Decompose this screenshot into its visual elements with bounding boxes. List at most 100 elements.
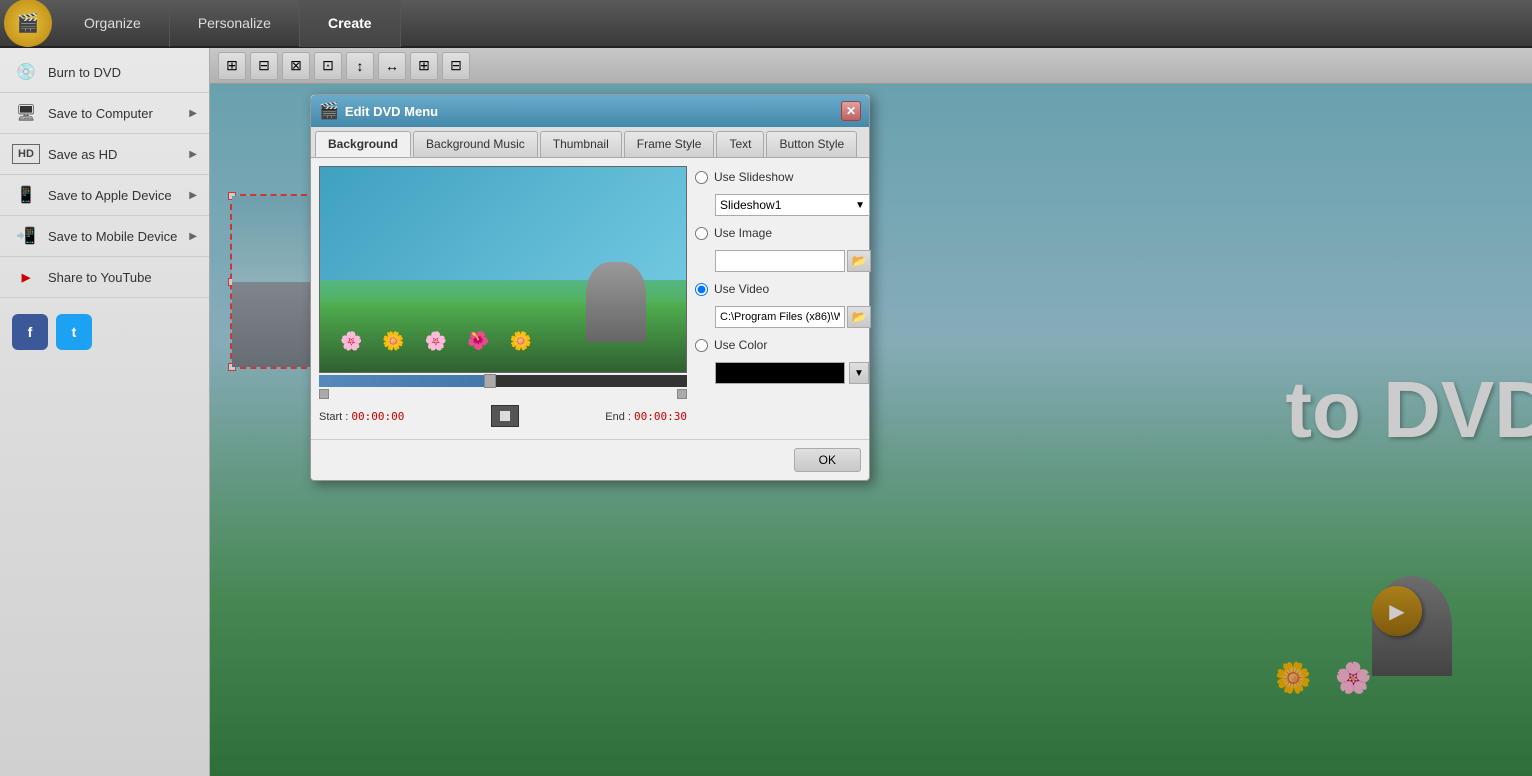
color-dropdown-arrow[interactable]: ▼ <box>849 362 869 384</box>
content-area: ⊞ ⊟ ⊠ ⊡ ↕ ↔ ⊞ ⊟ <box>210 48 1532 776</box>
scrubber-right[interactable] <box>677 389 687 399</box>
sidebar-item-label: Burn to DVD <box>48 65 121 80</box>
use-slideshow-option: Use Slideshow <box>695 170 871 184</box>
sidebar-item-save-apple[interactable]: 📱 Save to Apple Device ▶ <box>0 175 209 216</box>
computer-icon: 🖥 <box>12 103 40 123</box>
sidebar-item-label: Save to Mobile Device <box>48 229 177 244</box>
start-time-label: Start : 00:00:00 <box>319 410 404 423</box>
toolbar-btn-7[interactable]: ⊞ <box>410 52 438 80</box>
ok-button[interactable]: OK <box>794 448 861 472</box>
use-image-radio[interactable] <box>695 227 708 240</box>
use-image-option: Use Image <box>695 226 871 240</box>
color-picker-container: ▼ <box>715 362 871 384</box>
sidebar-item-save-computer[interactable]: 🖥 Save to Computer ▶ <box>0 93 209 134</box>
apple-device-icon: 📱 <box>12 185 40 205</box>
app-logo: 🎬 <box>4 0 52 47</box>
tab-create[interactable]: Create <box>300 0 401 47</box>
color-swatch[interactable] <box>715 362 845 384</box>
facebook-button[interactable]: f <box>12 314 48 350</box>
sidebar-item-label: Share to YouTube <box>48 270 152 285</box>
scrubber-left[interactable] <box>319 389 329 399</box>
twitter-button[interactable]: t <box>56 314 92 350</box>
tab-background-music[interactable]: Background Music <box>413 131 538 157</box>
toolbar-btn-1[interactable]: ⊞ <box>218 52 246 80</box>
sidebar-item-label: Save as HD <box>48 147 117 162</box>
hd-icon: HD <box>12 144 40 164</box>
video-input-container: 📂 <box>715 306 871 328</box>
dvd-icon: 💿 <box>12 62 40 82</box>
tab-frame-style[interactable]: Frame Style <box>624 131 715 157</box>
slideshow-dropdown-value: Slideshow1 <box>720 198 781 212</box>
end-value: 00:00:30 <box>634 410 687 423</box>
options-panel: Use Slideshow Slideshow1 ▼ <box>695 166 871 431</box>
image-file-input[interactable] <box>715 250 845 272</box>
slideshow-dropdown[interactable]: Slideshow1 ▼ <box>715 194 870 216</box>
toolbar-btn-2[interactable]: ⊟ <box>250 52 278 80</box>
toolbar-btn-4[interactable]: ⊡ <box>314 52 342 80</box>
timeline-slider[interactable] <box>319 375 687 387</box>
modal-close-button[interactable]: ✕ <box>841 101 861 121</box>
timeline-bar[interactable] <box>319 375 687 387</box>
flower-5: 🌼 <box>510 331 532 352</box>
top-navigation: 🎬 Organize Personalize Create <box>0 0 1532 48</box>
chevron-right-icon: ▶ <box>189 149 197 160</box>
tab-thumbnail[interactable]: Thumbnail <box>540 131 622 157</box>
chevron-down-icon: ▼ <box>855 200 865 211</box>
start-label: Start : <box>319 411 348 423</box>
modal-overlay: 🎬 Edit DVD Menu ✕ Background Background … <box>210 84 1532 776</box>
toolbar-btn-5[interactable]: ↕ <box>346 52 374 80</box>
sidebar-item-burn-dvd[interactable]: 💿 Burn to DVD <box>0 52 209 93</box>
use-video-radio[interactable] <box>695 283 708 296</box>
stop-icon <box>500 411 510 421</box>
use-slideshow-radio[interactable] <box>695 171 708 184</box>
use-image-label: Use Image <box>714 226 772 240</box>
stop-button[interactable] <box>491 405 519 427</box>
chevron-right-icon: ▶ <box>189 231 197 242</box>
modal-header: 🎬 Edit DVD Menu ✕ <box>311 95 869 127</box>
chevron-right-icon: ▶ <box>189 108 197 119</box>
tab-text[interactable]: Text <box>716 131 764 157</box>
modal-footer: OK <box>311 439 869 480</box>
sidebar-item-label: Save to Apple Device <box>48 188 172 203</box>
tab-organize[interactable]: Organize <box>56 0 170 47</box>
sidebar-item-share-youtube[interactable]: ▶ Share to YouTube <box>0 257 209 298</box>
video-file-input[interactable] <box>715 306 845 328</box>
tab-background[interactable]: Background <box>315 131 411 157</box>
image-input-container: 📂 <box>715 250 871 272</box>
timeline-thumb[interactable] <box>484 374 496 388</box>
modal-tabs: Background Background Music Thumbnail Fr… <box>311 127 869 158</box>
flower-1: 🌸 <box>340 331 362 352</box>
edit-dvd-menu-dialog: 🎬 Edit DVD Menu ✕ Background Background … <box>310 94 870 481</box>
canvas-area: 🐎🐎🐎🐎🐎 to DVD 🌸 🌼 ▶ 🎬 Edit DVD Menu ✕ <box>210 84 1532 776</box>
tab-personalize[interactable]: Personalize <box>170 0 300 47</box>
sidebar: 💿 Burn to DVD 🖥 Save to Computer ▶ HD Sa… <box>0 48 210 776</box>
sidebar-item-save-mobile[interactable]: 📲 Save to Mobile Device ▶ <box>0 216 209 257</box>
use-video-label: Use Video <box>714 282 769 296</box>
toolbar-btn-6[interactable]: ↔ <box>378 52 406 80</box>
video-browse-button[interactable]: 📂 <box>847 306 871 328</box>
tab-button-style[interactable]: Button Style <box>766 131 857 157</box>
modal-title: Edit DVD Menu <box>345 104 438 119</box>
use-slideshow-label: Use Slideshow <box>714 170 793 184</box>
toolbar-btn-8[interactable]: ⊟ <box>442 52 470 80</box>
end-label: End : <box>605 411 631 423</box>
flower-3: 🌸 <box>425 331 447 352</box>
toolbar: ⊞ ⊟ ⊠ ⊡ ↕ ↔ ⊞ ⊟ <box>210 48 1532 84</box>
flower-2: 🌼 <box>382 331 404 352</box>
sidebar-item-save-hd[interactable]: HD Save as HD ▶ <box>0 134 209 175</box>
toolbar-btn-3[interactable]: ⊠ <box>282 52 310 80</box>
image-browse-button[interactable]: 📂 <box>847 250 871 272</box>
modal-body: 🌸 🌼 🌸 🌺 🌼 <box>311 158 869 439</box>
preview-video: 🌸 🌼 🌸 🌺 🌼 <box>319 166 687 373</box>
time-controls: Start : 00:00:00 End : 00:00:30 <box>319 401 687 431</box>
flower-4: 🌺 <box>467 331 489 352</box>
main-layout: 💿 Burn to DVD 🖥 Save to Computer ▶ HD Sa… <box>0 48 1532 776</box>
timeline-progress <box>319 375 485 387</box>
start-value: 00:00:00 <box>351 410 404 423</box>
video-file-row: 📂 <box>715 306 871 328</box>
use-color-radio[interactable] <box>695 339 708 352</box>
chevron-right-icon: ▶ <box>189 190 197 201</box>
use-color-option: Use Color <box>695 338 871 352</box>
youtube-icon: ▶ <box>12 267 40 287</box>
image-file-row: 📂 <box>715 250 871 272</box>
